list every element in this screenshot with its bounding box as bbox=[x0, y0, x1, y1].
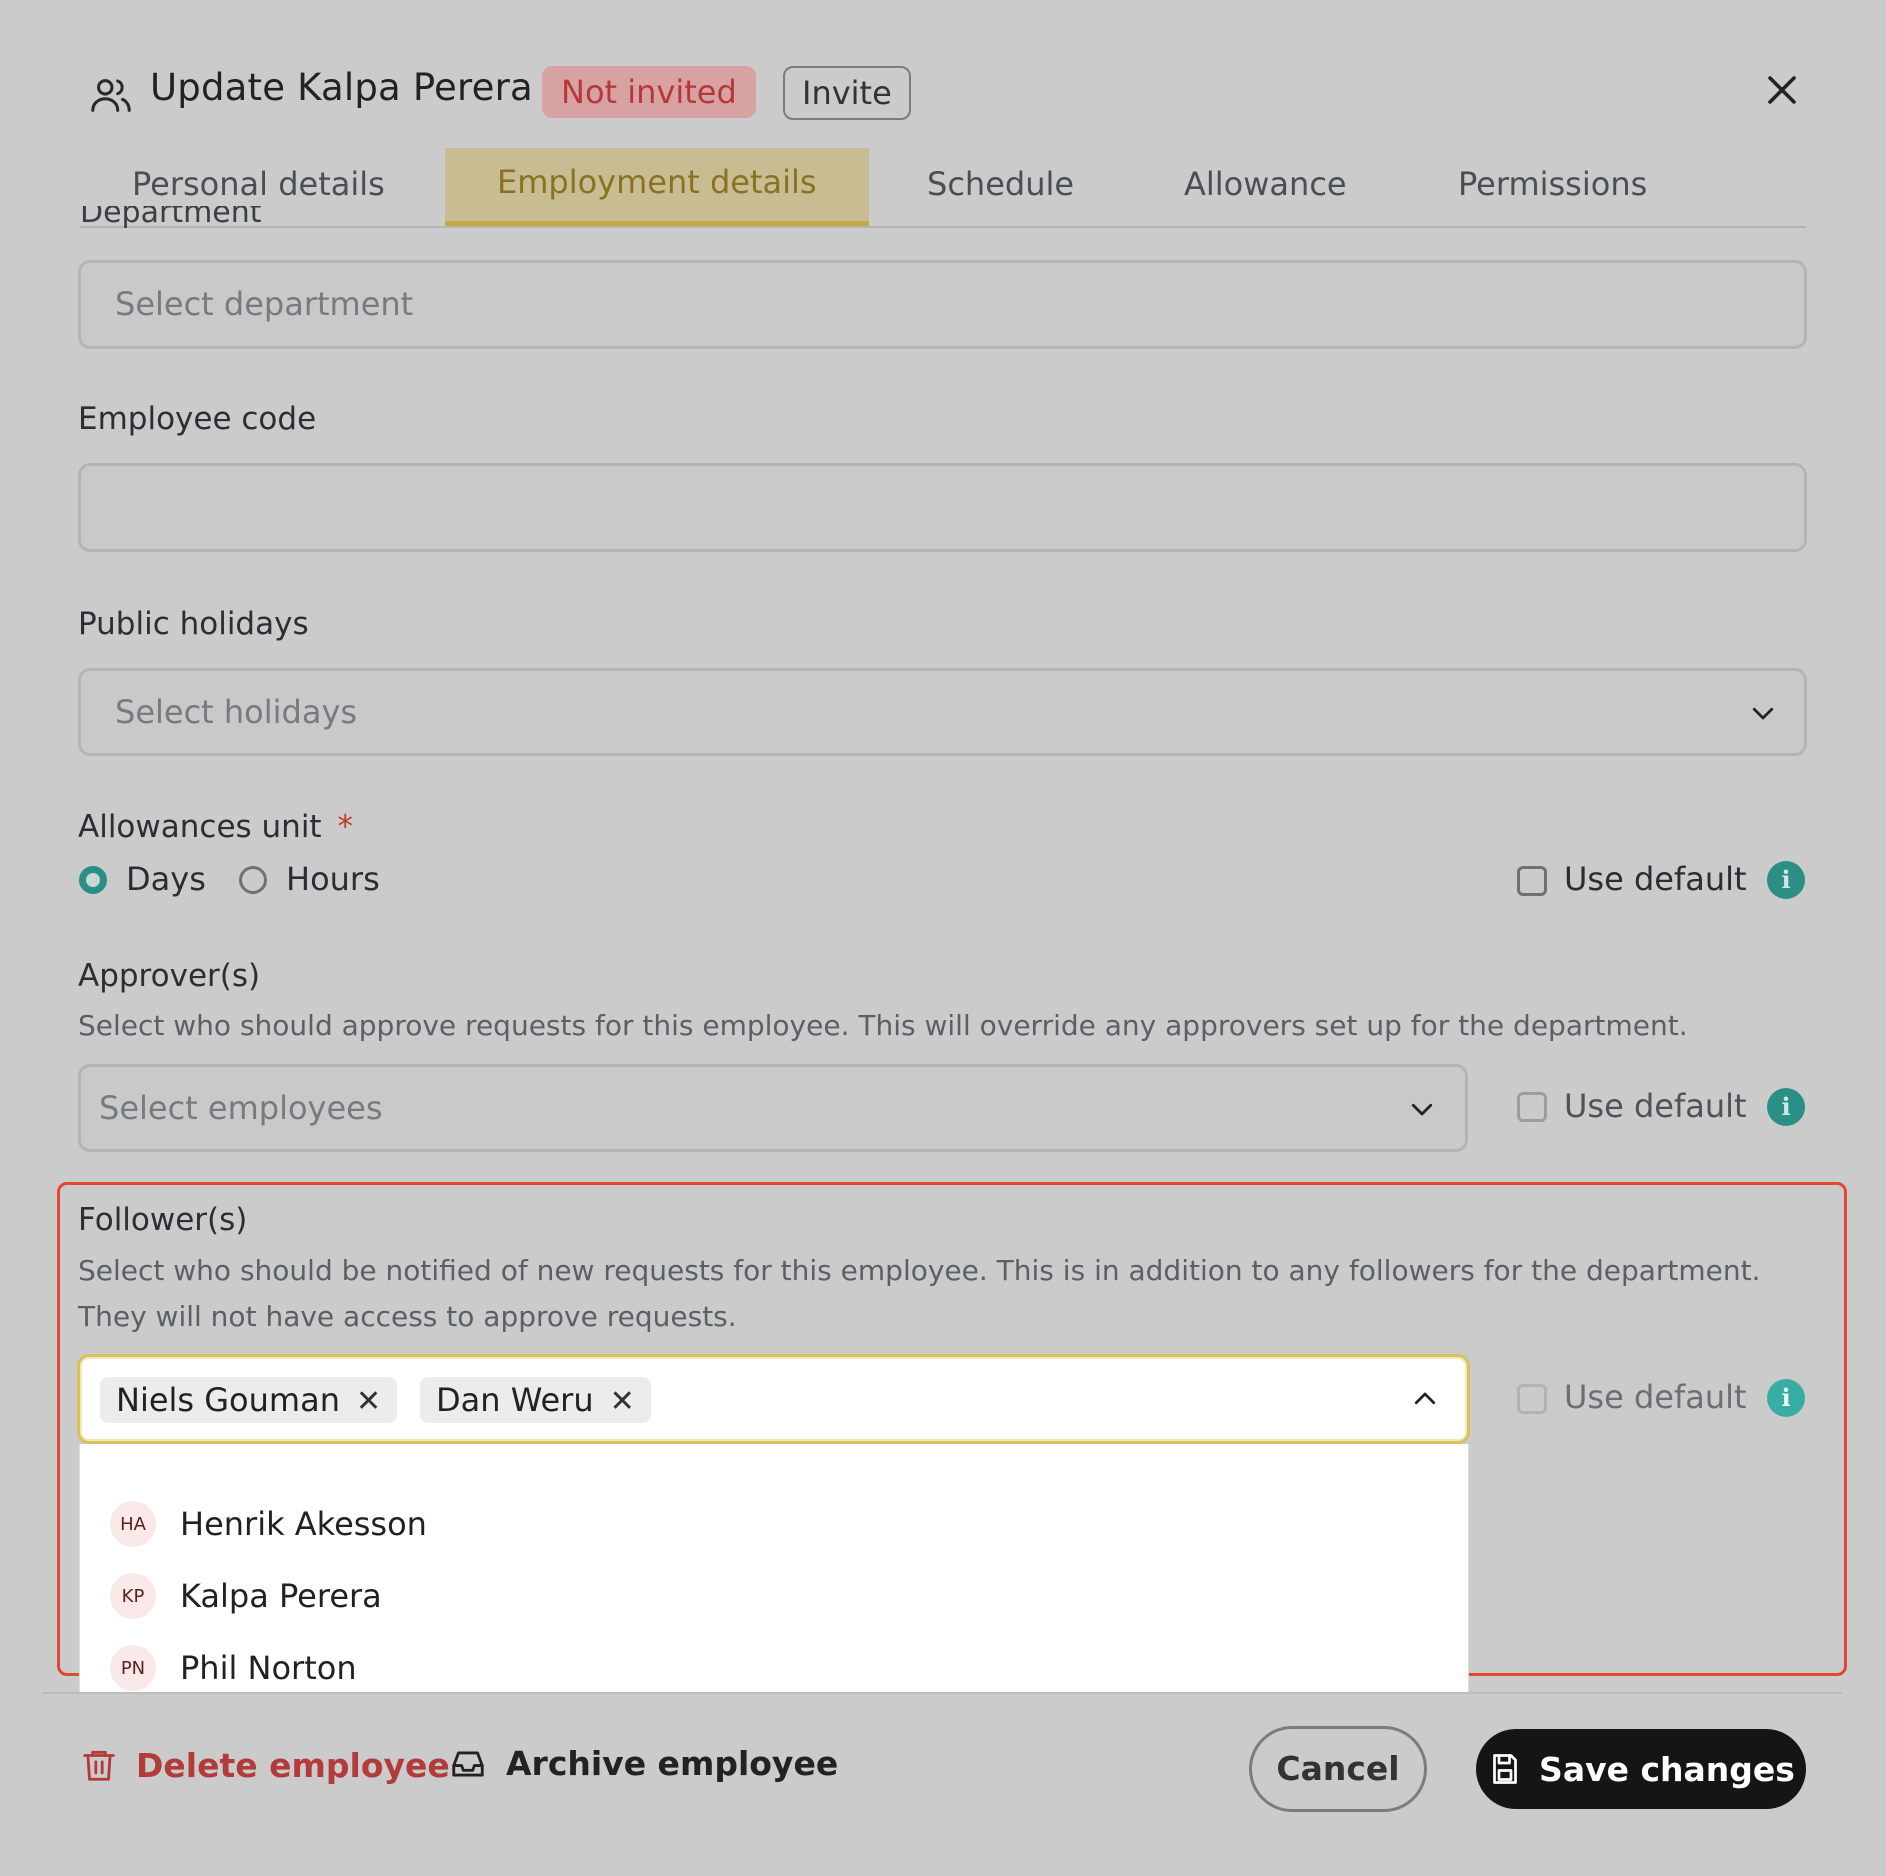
chip-label: Niels Gouman bbox=[116, 1381, 340, 1419]
close-icon[interactable] bbox=[1764, 72, 1800, 108]
selected-chip: Niels Gouman ✕ bbox=[100, 1377, 398, 1425]
chevron-down-icon bbox=[1411, 1103, 1433, 1116]
dialog-title: Update Kalpa Perera bbox=[150, 66, 533, 109]
followers-use-default-checkbox[interactable] bbox=[1517, 1384, 1547, 1414]
tab-allowance[interactable]: Allowance bbox=[1132, 148, 1399, 224]
followers-description-line2: They will not have access to approve req… bbox=[78, 1300, 737, 1333]
department-label: Department bbox=[80, 206, 262, 228]
followers-description-line1: Select who should be notified of new req… bbox=[78, 1254, 1761, 1287]
employee-code-input[interactable] bbox=[78, 463, 1807, 552]
approvers-description: Select who should approve requests for t… bbox=[78, 1009, 1688, 1042]
followers-label: Follower(s) bbox=[78, 1202, 248, 1238]
chip-label: Dan Weru bbox=[436, 1381, 594, 1419]
remove-chip-icon[interactable]: ✕ bbox=[356, 1379, 381, 1425]
employee-code-label: Employee code bbox=[78, 401, 317, 437]
public-holidays-select[interactable]: Select holidays bbox=[78, 668, 1807, 756]
approvers-select[interactable]: Select employees bbox=[78, 1064, 1468, 1152]
archive-employee-button[interactable]: Archive employee bbox=[448, 1744, 838, 1783]
invite-button[interactable]: Invite bbox=[783, 66, 911, 120]
approvers-placeholder: Select employees bbox=[99, 1089, 383, 1127]
allowances-unit-text: Allowances unit bbox=[78, 809, 322, 845]
chevron-up-icon[interactable] bbox=[1410, 1384, 1440, 1414]
tab-permissions[interactable]: Permissions bbox=[1406, 148, 1699, 224]
list-item[interactable]: HA Henrik Akesson bbox=[110, 1496, 427, 1552]
option-name: Kalpa Perera bbox=[180, 1577, 382, 1615]
save-changes-button[interactable]: Save changes bbox=[1476, 1729, 1806, 1809]
tab-schedule[interactable]: Schedule bbox=[875, 148, 1126, 224]
allowances-use-default-label: Use default bbox=[1564, 860, 1747, 898]
tab-employment-details[interactable]: Employment details bbox=[445, 148, 869, 226]
allowances-unit-label: Allowances unit * bbox=[78, 809, 353, 845]
followers-dropdown: HA Henrik Akesson KP Kalpa Perera PN Phi… bbox=[79, 1444, 1469, 1694]
status-badge: Not invited bbox=[542, 66, 756, 118]
approvers-label: Approver(s) bbox=[78, 958, 261, 994]
delete-employee-button[interactable]: Delete employee bbox=[80, 1744, 450, 1786]
inbox-icon bbox=[452, 1750, 484, 1777]
followers-use-default-label: Use default bbox=[1564, 1378, 1747, 1416]
info-icon[interactable]: i bbox=[1767, 1379, 1805, 1417]
allowances-use-default-checkbox[interactable] bbox=[1517, 866, 1547, 896]
option-name: Henrik Akesson bbox=[180, 1505, 427, 1543]
avatar: KP bbox=[110, 1573, 156, 1619]
remove-chip-icon[interactable]: ✕ bbox=[610, 1379, 635, 1425]
public-holidays-label: Public holidays bbox=[78, 606, 309, 642]
approvers-use-default-label: Use default bbox=[1564, 1087, 1747, 1125]
avatar: PN bbox=[110, 1645, 156, 1691]
delete-employee-label: Delete employee bbox=[136, 1745, 450, 1785]
info-icon[interactable]: i bbox=[1767, 1088, 1805, 1126]
radio-days-label: Days bbox=[126, 860, 206, 898]
department-select[interactable]: Select department bbox=[78, 260, 1807, 349]
radio-days[interactable] bbox=[79, 866, 107, 894]
followers-select[interactable]: Niels Gouman ✕ Dan Weru ✕ bbox=[77, 1354, 1470, 1444]
save-changes-label: Save changes bbox=[1539, 1749, 1795, 1789]
users-icon bbox=[91, 79, 131, 112]
avatar: HA bbox=[110, 1501, 156, 1547]
info-icon[interactable]: i bbox=[1767, 861, 1805, 899]
cancel-button[interactable]: Cancel bbox=[1249, 1726, 1427, 1812]
list-item[interactable]: PN Phil Norton bbox=[110, 1640, 357, 1696]
radio-hours[interactable] bbox=[239, 866, 267, 894]
tab-bar: Personal details Employment details Sche… bbox=[80, 148, 1806, 228]
footer-divider bbox=[42, 1692, 1842, 1694]
department-placeholder: Select department bbox=[115, 285, 414, 323]
save-icon bbox=[1493, 1754, 1517, 1784]
approvers-use-default-checkbox[interactable] bbox=[1517, 1092, 1547, 1122]
required-mark: * bbox=[337, 809, 353, 845]
chevron-down-icon bbox=[1752, 707, 1774, 720]
archive-employee-label: Archive employee bbox=[506, 1744, 839, 1783]
radio-hours-label: Hours bbox=[286, 860, 380, 898]
trash-icon bbox=[83, 1750, 115, 1781]
public-holidays-placeholder: Select holidays bbox=[115, 693, 358, 731]
option-name: Phil Norton bbox=[180, 1649, 357, 1687]
list-item[interactable]: KP Kalpa Perera bbox=[110, 1568, 382, 1624]
selected-chip: Dan Weru ✕ bbox=[420, 1377, 651, 1423]
